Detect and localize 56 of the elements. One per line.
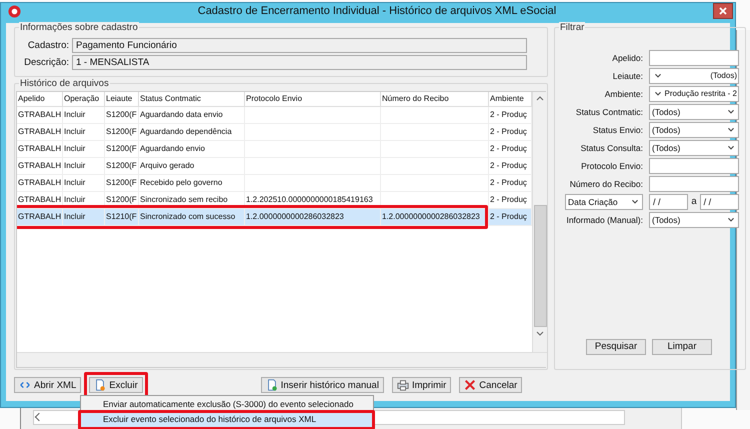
table-cell: Aguardando dependência	[140, 126, 232, 136]
table-cell: Aguardando envio	[140, 144, 205, 153]
table-cell: GTRABALH	[18, 110, 62, 119]
field-label: Status Envio:	[592, 124, 643, 135]
table-cell: S1200(F	[106, 194, 137, 204]
table-cell: 2 - Produç	[490, 110, 527, 119]
field-label: Descrição:	[23, 56, 69, 68]
field-label: Apelido:	[611, 52, 643, 63]
table-cell: Incluir	[64, 212, 86, 221]
table-cell: S1200(F	[106, 110, 137, 119]
table-cell: 1.2.202510.0000000000185419163	[246, 194, 373, 204]
field-label: Status Consulta:	[580, 142, 643, 153]
table-cell: GTRABALH	[18, 144, 62, 153]
table-cell: S1200(F	[106, 178, 137, 187]
table-cell: S1200(F	[106, 144, 137, 153]
table-cell: S1200(F	[106, 126, 137, 136]
table-cell: Incluir	[64, 194, 86, 204]
field-label: Leiaute:	[612, 70, 643, 81]
window-title: Cadastro de Encerramento Individual - Histórico de arquivos XML eSocial	[196, 5, 558, 18]
field-label: Informado (Manual):	[565, 214, 643, 225]
table-cell: Sincronizado sem recibo	[140, 194, 228, 204]
readonly-field: Pagamento Funcionário	[72, 38, 527, 53]
table-cell: 1.2.0000000000286032823	[382, 212, 480, 221]
group-title: Informações sobre cadastro	[19, 22, 139, 33]
field-label: Ambiente:	[604, 88, 643, 99]
table-cell: Arquivo gerado	[140, 160, 194, 170]
table-cell: Sincronizado com sucesso	[140, 212, 236, 221]
table-cell: S1210(F	[106, 212, 137, 221]
table-cell: Incluir	[64, 144, 86, 153]
table-cell: 2 - Produç	[490, 144, 527, 153]
table-cell: 2 - Produç	[490, 126, 527, 136]
field-label: Status Contmatic:	[574, 106, 643, 117]
table-cell: GTRABALH	[18, 178, 62, 187]
table-cell: 2 - Produç	[490, 194, 527, 204]
table-cell: GTRABALH	[18, 126, 62, 136]
table-cell: Incluir	[64, 178, 86, 187]
field-label: Protocolo Envio:	[580, 160, 643, 171]
table-cell: Recebido pelo governo	[140, 178, 222, 187]
table-cell: 2 - Produç	[490, 160, 527, 170]
table-cell: 2 - Produç	[490, 178, 527, 187]
group-title: Filtrar	[559, 22, 586, 33]
table-cell: 1.2.0000000000286032823	[246, 212, 344, 221]
table-cell: 2 - Produç	[490, 212, 527, 221]
table-cell: Incluir	[64, 110, 86, 119]
table-cell: GTRABALH	[18, 160, 62, 170]
table-cell: GTRABALH	[18, 212, 62, 221]
table-cell: GTRABALH	[18, 194, 62, 204]
field-label: Cadastro:	[26, 40, 69, 51]
table-cell: Incluir	[64, 160, 86, 170]
field-label: Número do Recibo:	[568, 178, 643, 189]
readonly-field: 1 - MENSALISTA	[72, 54, 527, 70]
table-cell: Incluir	[64, 126, 86, 136]
group-title: Histórico de arquivos	[19, 78, 110, 89]
table-cell: S1200(F	[106, 160, 137, 170]
range-separator: a	[691, 196, 697, 208]
table-cell: Aguardando data envio	[140, 110, 223, 119]
